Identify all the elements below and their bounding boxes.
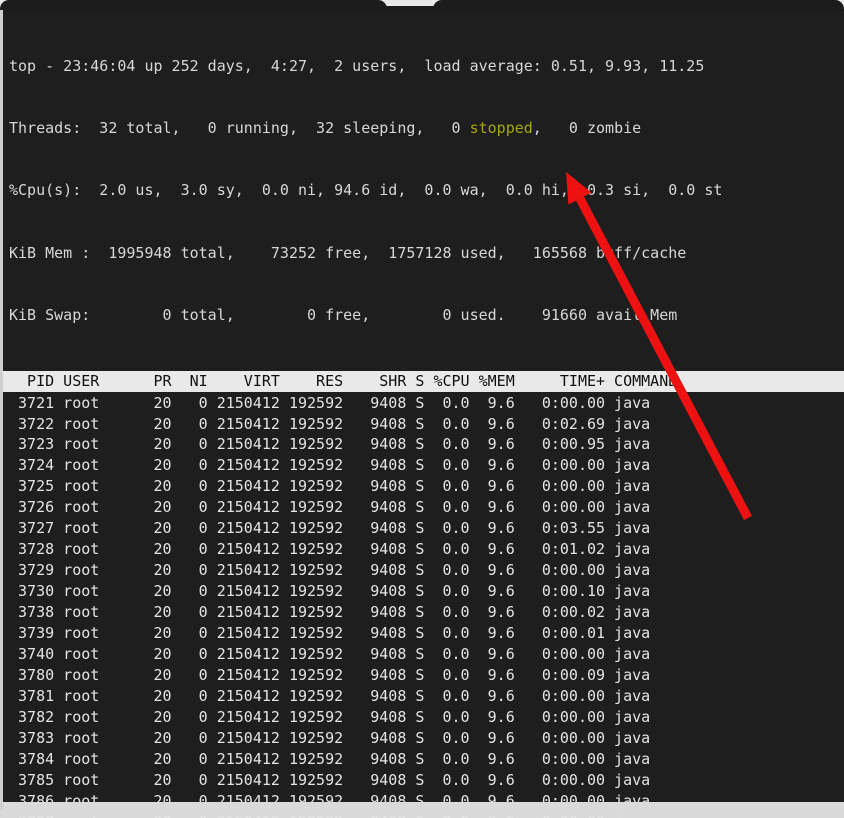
table-row: 3721 root 20 0 2150412 192592 9408 S 0.0…	[9, 393, 844, 414]
table-row: 3729 root 20 0 2150412 192592 9408 S 0.0…	[9, 560, 844, 581]
table-row: 3728 root 20 0 2150412 192592 9408 S 0.0…	[9, 539, 844, 560]
terminal-bottom-bar	[3, 802, 844, 810]
summary-line-swap: KiB Swap: 0 total, 0 free, 0 used. 91660…	[9, 305, 844, 326]
process-table-body: 3721 root 20 0 2150412 192592 9408 S 0.0…	[3, 393, 844, 818]
table-row: 3739 root 20 0 2150412 192592 9408 S 0.0…	[9, 623, 844, 644]
table-row: 3730 root 20 0 2150412 192592 9408 S 0.0…	[9, 581, 844, 602]
summary-line-uptime: top - 23:46:04 up 252 days, 4:27, 2 user…	[9, 56, 844, 77]
process-table-header[interactable]: PID USER PR NI VIRT RES SHR S %CPU %MEM …	[3, 371, 844, 392]
table-row: 3726 root 20 0 2150412 192592 9408 S 0.0…	[9, 497, 844, 518]
table-row: 3725 root 20 0 2150412 192592 9408 S 0.0…	[9, 476, 844, 497]
table-row: 3787 root 20 0 2150412 192592 9408 S 0.0…	[9, 812, 844, 818]
table-row: 3780 root 20 0 2150412 192592 9408 S 0.0…	[9, 665, 844, 686]
threads-stopped-label: stopped	[470, 119, 533, 137]
screenshot-root: top - 23:46:04 up 252 days, 4:27, 2 user…	[0, 0, 844, 818]
summary-line-mem: KiB Mem : 1995948 total, 73252 free, 175…	[9, 243, 844, 264]
table-row: 3722 root 20 0 2150412 192592 9408 S 0.0…	[9, 414, 844, 435]
threads-text-after: , 0 zombie	[533, 119, 641, 137]
terminal-window[interactable]: top - 23:46:04 up 252 days, 4:27, 2 user…	[0, 10, 844, 810]
table-row: 3785 root 20 0 2150412 192592 9408 S 0.0…	[9, 770, 844, 791]
table-row: 3740 root 20 0 2150412 192592 9408 S 0.0…	[9, 644, 844, 665]
summary-line-cpu: %Cpu(s): 2.0 us, 3.0 sy, 0.0 ni, 94.6 id…	[9, 180, 844, 201]
table-row: 3784 root 20 0 2150412 192592 9408 S 0.0…	[9, 749, 844, 770]
threads-text-before: Threads: 32 total, 0 running, 32 sleepin…	[9, 119, 470, 137]
table-row: 3783 root 20 0 2150412 192592 9408 S 0.0…	[9, 728, 844, 749]
summary-line-threads: Threads: 32 total, 0 running, 32 sleepin…	[9, 118, 844, 139]
table-row: 3723 root 20 0 2150412 192592 9408 S 0.0…	[9, 434, 844, 455]
table-row: 3781 root 20 0 2150412 192592 9408 S 0.0…	[9, 686, 844, 707]
top-summary-panel: top - 23:46:04 up 252 days, 4:27, 2 user…	[3, 12, 844, 368]
table-row: 3738 root 20 0 2150412 192592 9408 S 0.0…	[9, 602, 844, 623]
table-row: 3727 root 20 0 2150412 192592 9408 S 0.0…	[9, 518, 844, 539]
table-row: 3724 root 20 0 2150412 192592 9408 S 0.0…	[9, 455, 844, 476]
table-row: 3782 root 20 0 2150412 192592 9408 S 0.0…	[9, 707, 844, 728]
